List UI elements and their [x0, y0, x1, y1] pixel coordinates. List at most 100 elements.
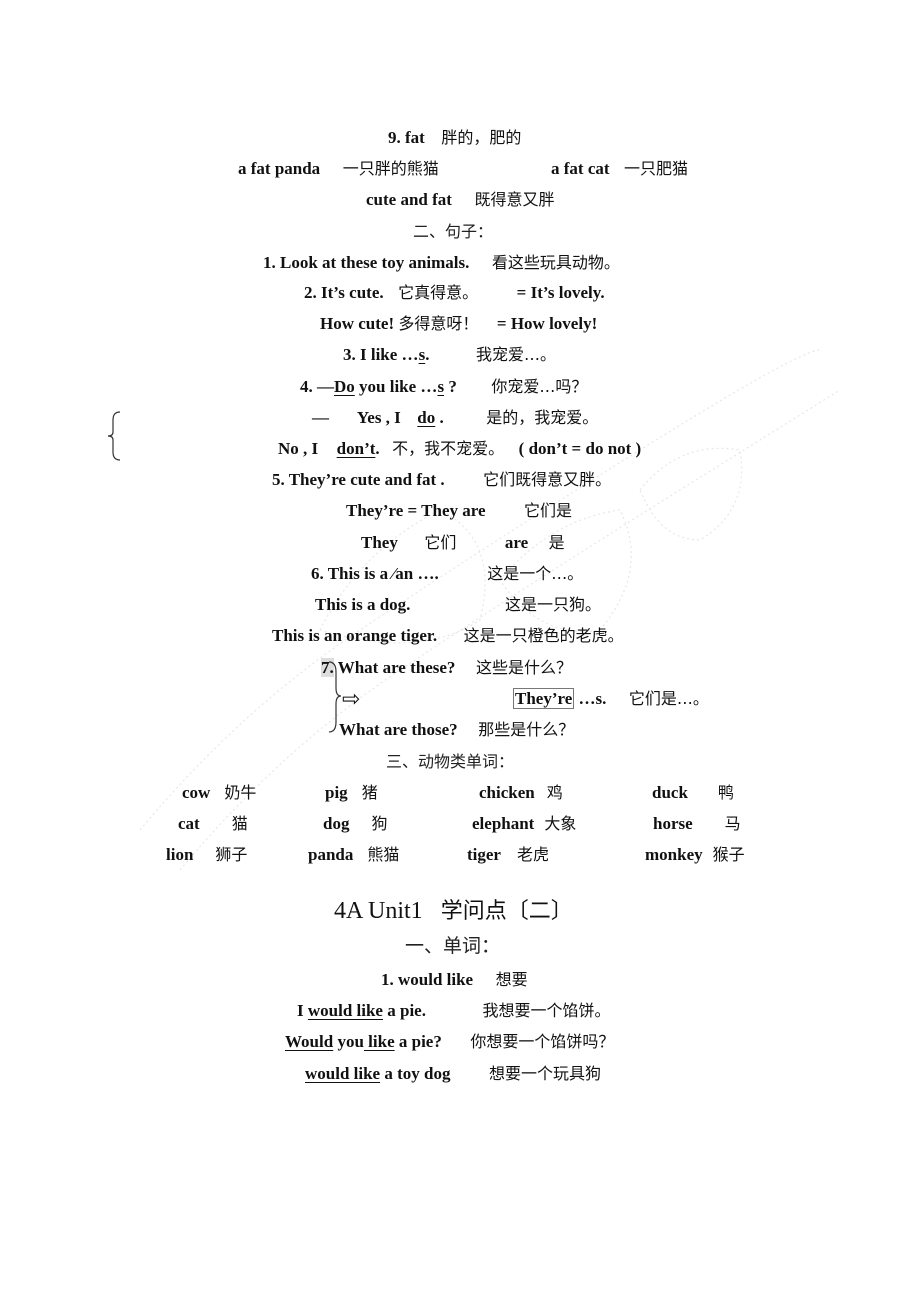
sentence-5b: They’re = They are 它们是 — [346, 500, 572, 522]
example-en: a pie? — [394, 1032, 442, 1051]
animal-zh: 大象 — [544, 814, 577, 833]
example-would-like-1: I would like a pie. 我想要一个馅饼。 — [297, 1000, 610, 1022]
vocab-item-fat: 9. fat 胖的，肥的 — [388, 127, 521, 149]
animal-en: cat — [178, 814, 200, 833]
animal-zh: 马 — [724, 814, 741, 833]
underlined-text: like — [363, 1032, 395, 1051]
sentence-7-q1: 7. What are these? 这些是什么？ — [321, 657, 572, 679]
animal-word: elephant 大象 — [472, 813, 576, 835]
sentence-zh: 它们是 — [524, 501, 573, 520]
punctuation: . — [439, 408, 444, 427]
animal-word: panda 熊猫 — [308, 844, 399, 866]
boxed-text: They’re — [513, 688, 575, 709]
example-en: a fat cat — [551, 159, 610, 178]
underlined-text: would like — [305, 1064, 381, 1083]
sentence-number: 4. — — [300, 377, 334, 396]
animal-zh: 鸭 — [717, 783, 734, 802]
underlined-text: don’t — [336, 439, 376, 458]
animal-zh: 熊猫 — [367, 845, 400, 864]
sentence-zh: 是的，我宠爱。 — [486, 408, 599, 427]
sentence-zh: 看这些玩具动物。 — [491, 253, 620, 272]
word-en: are — [504, 533, 529, 552]
sentence-4-no: No , I don’t. 不，我不宠爱。 ( don’t = do not ) — [278, 438, 641, 460]
example-zh: 你想要一个馅饼吗？ — [470, 1032, 615, 1051]
sentence-zh: 它真得意。 — [398, 283, 479, 302]
sentence-zh: 那些是什么？ — [478, 720, 575, 739]
punctuation: . — [375, 439, 380, 458]
animal-en: pig — [325, 783, 348, 802]
sentence-zh: 多得意呀！ — [398, 314, 479, 333]
sentence-en: They’re = They are — [346, 501, 486, 520]
sentence-zh: 它们是…。 — [628, 689, 709, 708]
word-zh: 它们 — [424, 533, 457, 552]
animal-word: dog 狗 — [323, 813, 387, 835]
sentence-en: What are those? — [339, 720, 458, 739]
unit-title: 4A Unit1 学问点〔二〕 — [334, 897, 573, 926]
sentence-zh: 我宠爱…。 — [475, 345, 556, 364]
sentence-7-answer: They’re …s. 它们是…。 — [513, 688, 709, 710]
animal-word: chicken 鸡 — [479, 782, 563, 804]
sentence-4-yes: — Yes , I do . 是的，我宠爱。 — [312, 407, 598, 429]
punctuation: ? — [444, 377, 457, 396]
sentence-en: 5. They’re cute and fat . — [272, 470, 445, 489]
animal-word: cat 猫 — [178, 813, 248, 835]
unit-title-en: 4A Unit1 — [334, 898, 423, 924]
animal-word: tiger 老虎 — [467, 844, 549, 866]
sentence-zh: 这是一个…。 — [487, 564, 584, 583]
underlined-text: would like — [307, 1001, 383, 1020]
dash: — — [312, 408, 329, 427]
note: ( don’t = do not ) — [518, 439, 642, 458]
sentence-en: This is an orange tiger. — [272, 626, 438, 645]
animal-zh: 猪 — [361, 783, 378, 802]
example-would-like-3: would like a toy dog 想要一个玩具狗 — [305, 1063, 601, 1085]
sentence-2: 2. It’s cute. 它真得意。 = It’s lovely. — [304, 282, 605, 304]
sentence-zh: 不，我不宠爱。 — [392, 439, 505, 458]
arrow-icon: ⇨ — [342, 686, 361, 711]
vocab-meaning: 想要 — [495, 970, 528, 989]
animal-en: chicken — [479, 783, 535, 802]
section-heading-words: 一、单词： — [405, 935, 501, 957]
sentence-equivalent: = It’s lovely. — [516, 283, 605, 302]
sentence-1: 1. Look at these toy animals. 看这些玩具动物。 — [263, 252, 620, 274]
sentence-en: How cute! — [320, 314, 395, 333]
sentence-zh: 这是一只狗。 — [504, 595, 601, 614]
animal-zh: 猴子 — [712, 845, 745, 864]
sentence-4: 4. —Do you like …s ? 你宠爱…吗？ — [300, 376, 587, 398]
example-en: cute and fat — [366, 190, 452, 209]
example-zh: 我想要一个馅饼。 — [482, 1001, 611, 1020]
animal-zh: 奶牛 — [224, 783, 257, 802]
sentence-en: 1. Look at these toy animals. — [263, 253, 470, 272]
sentence-5c: They 它们 are 是 — [361, 532, 565, 554]
section-heading-sentences: 二、句子： — [413, 222, 494, 241]
sentence-en: What are these? — [337, 658, 456, 677]
left-brace-icon — [107, 411, 121, 461]
sentence-5: 5. They’re cute and fat . 它们既得意又胖。 — [272, 469, 611, 491]
example-zh: 既得意又胖 — [474, 190, 555, 209]
underlined-text: do — [417, 408, 436, 427]
example-fat-cat: a fat cat 一只肥猫 — [551, 158, 688, 180]
punctuation: . — [425, 345, 430, 364]
sentence-en: Yes , I — [356, 408, 401, 427]
animal-word: lion 狮子 — [166, 844, 247, 866]
vocab-word: 1. would like — [381, 970, 474, 989]
animal-en: cow — [182, 783, 211, 802]
animal-en: horse — [653, 814, 693, 833]
word-zh: 是 — [548, 533, 565, 552]
example-zh: 一只胖的熊猫 — [342, 159, 439, 178]
animal-word: horse 马 — [653, 813, 741, 835]
animal-en: elephant — [472, 814, 535, 833]
vocab-word: 9. fat — [388, 128, 425, 147]
example-en: you — [333, 1032, 364, 1051]
sentence-6b: This is a dog. 这是一只狗。 — [315, 594, 601, 616]
animal-word: cow 奶牛 — [182, 782, 256, 804]
example-en: a fat panda — [238, 159, 321, 178]
underlined-text: Would — [285, 1032, 334, 1051]
vocab-item-would-like: 1. would like 想要 — [381, 969, 528, 991]
section-heading-animals: 三、动物类单词： — [386, 752, 515, 771]
sentence-equivalent: = How lovely! — [496, 314, 598, 333]
word-en: They — [361, 533, 398, 552]
sentence-7-q2: What are those? 那些是什么？ — [339, 719, 574, 741]
example-en: I — [297, 1001, 308, 1020]
sentence-en: 6. This is a ⁄an …. — [311, 564, 439, 583]
animal-word: duck 鸭 — [652, 782, 734, 804]
